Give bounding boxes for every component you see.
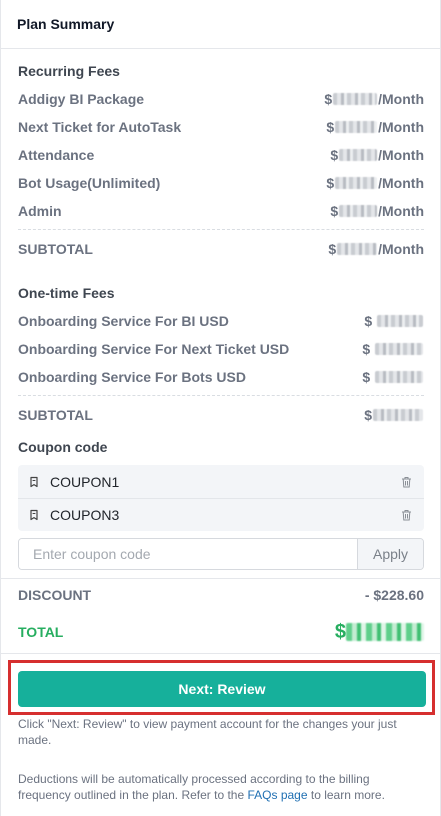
coupon-tag-icon (28, 476, 40, 488)
divider (18, 229, 424, 230)
panel-header: Plan Summary (1, 0, 440, 49)
recurring-row-admin: Admin $/Month (18, 201, 424, 221)
total-label: TOTAL (18, 624, 64, 640)
redacted-amount (333, 93, 378, 105)
recurring-item-label: Next Ticket for AutoTask (18, 119, 182, 135)
redacted-amount (339, 149, 378, 161)
plan-summary-panel: Plan Summary Recurring Fees Addigy BI Pa… (0, 0, 441, 816)
onetime-row-next-ticket: Onboarding Service For Next Ticket USD $ (18, 339, 424, 359)
onetime-fees-title: One-time Fees (18, 285, 115, 301)
discount-row: DISCOUNT - $228.60 (18, 585, 424, 605)
panel-title: Plan Summary (17, 16, 115, 32)
coupon-code-label: COUPON1 (50, 473, 120, 490)
coupon-code-label: COUPON3 (50, 507, 120, 523)
onetime-item-label: Onboarding Service For Bots USD (18, 369, 246, 385)
subtotal-price: $/Month (328, 241, 424, 257)
discount-value: - $228.60 (364, 587, 424, 603)
total-row: TOTAL $ (18, 621, 424, 644)
recurring-item-label: Attendance (18, 147, 95, 163)
redacted-amount (375, 371, 423, 383)
recurring-row-bot-usage: Bot Usage(Unlimited) $/Month (18, 173, 424, 193)
redacted-amount (375, 343, 423, 355)
trash-icon[interactable] (401, 509, 412, 521)
redacted-amount (373, 409, 423, 421)
recurring-fees-title: Recurring Fees (18, 63, 120, 79)
deductions-note: Deductions will be automatically process… (18, 772, 385, 802)
redacted-amount (346, 623, 424, 641)
recurring-item-price: $/Month (326, 175, 424, 191)
divider (18, 395, 424, 396)
applied-coupon-item: COUPON3 (18, 498, 424, 531)
discount-label: DISCOUNT (18, 587, 92, 603)
onetime-item-price: $ (364, 313, 424, 329)
redacted-amount (337, 243, 378, 255)
coupon-code-input[interactable] (19, 539, 357, 569)
recurring-item-price: $/Month (330, 147, 424, 163)
onetime-subtotal-row: SUBTOTAL $ (18, 405, 424, 425)
onetime-item-label: Onboarding Service For Next Ticket USD (18, 341, 290, 357)
recurring-row-next-ticket: Next Ticket for AutoTask $/Month (18, 117, 424, 137)
recurring-row-attendance: Attendance $/Month (18, 145, 424, 165)
applied-coupons-list: COUPON1 COUPON3 (18, 465, 424, 531)
redacted-amount (335, 121, 378, 133)
onetime-item-price: $ (362, 369, 424, 385)
apply-coupon-button[interactable]: Apply (357, 539, 423, 569)
recurring-row-bi: Addigy BI Package $/Month (18, 89, 424, 109)
onetime-row-bots: Onboarding Service For Bots USD $ (18, 367, 424, 387)
redacted-amount (339, 205, 378, 217)
subtotal-label: SUBTOTAL (18, 407, 93, 423)
coupon-tag-icon (28, 509, 40, 521)
recurring-item-label: Addigy BI Package (18, 91, 145, 107)
recurring-item-price: $/Month (324, 91, 424, 107)
total-value: $ (335, 621, 424, 644)
onetime-row-bi: Onboarding Service For BI USD $ (18, 311, 424, 331)
subtotal-label: SUBTOTAL (18, 241, 93, 257)
subtotal-price: $ (364, 407, 424, 423)
divider (1, 578, 440, 579)
onetime-item-price: $ (362, 341, 424, 357)
recurring-item-label: Bot Usage(Unlimited) (18, 175, 161, 191)
redacted-amount (335, 177, 378, 189)
redacted-amount (377, 315, 423, 327)
recurring-item-label: Admin (18, 203, 62, 219)
recurring-subtotal-row: SUBTOTAL $/Month (18, 239, 424, 259)
divider (1, 653, 440, 654)
recurring-item-price: $/Month (330, 203, 424, 219)
next-review-hint: Click "Next: Review" to view payment acc… (18, 717, 397, 747)
applied-coupon-item: COUPON1 (18, 465, 424, 498)
next-review-button[interactable]: Next: Review (18, 671, 426, 707)
trash-icon[interactable] (401, 476, 412, 488)
faqs-link[interactable]: FAQs page (247, 788, 307, 802)
coupon-entry: Apply (18, 538, 424, 570)
recurring-item-price: $/Month (326, 119, 424, 135)
onetime-item-label: Onboarding Service For BI USD (18, 313, 229, 329)
coupon-code-title: Coupon code (18, 439, 108, 455)
